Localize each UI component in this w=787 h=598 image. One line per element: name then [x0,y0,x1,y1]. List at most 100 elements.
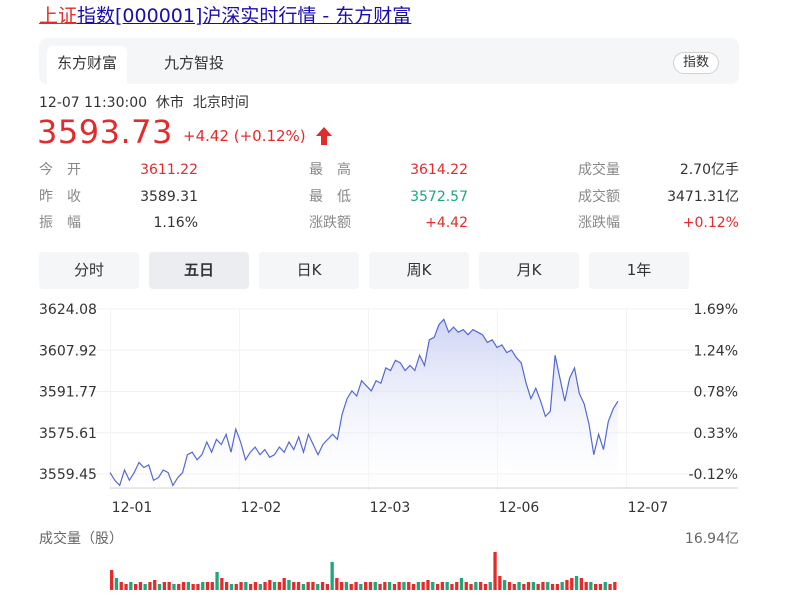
volume-bar [225,582,229,590]
volume-bar [608,584,612,590]
current-price: 3593.73 [37,113,173,151]
page-title[interactable]: 上证指数[000001]沪深实时行情 - 东方财富 [39,3,411,29]
volume-bar [114,578,119,590]
period-tab-5day[interactable]: 五日 [149,252,249,289]
volume-bar [411,584,416,590]
quote-time: 12-07 11:30:00 休市 北京时间 [39,92,249,112]
y-tick-label: 3575.61 [39,426,97,442]
timezone: 北京时间 [192,95,249,111]
volume-bar [407,582,411,590]
volume-bar [268,580,272,590]
price-chart[interactable]: 3624.08 1.69% 3607.92 1.24% 3591.77 0.78% 3575… [0,290,787,522]
high-label: 最 高 [309,162,351,178]
volume-bar [249,584,253,590]
volume-bar [392,584,397,590]
volume-bar [191,584,195,590]
volume-chart[interactable] [0,548,787,598]
tab-eastmoney[interactable]: 东方财富 [47,46,128,84]
volume-bar [344,582,349,590]
volume-bar [349,584,353,590]
volume-chart-label: 成交量（股） [39,531,123,547]
volume-bar [253,582,258,590]
volume-bar [603,582,607,590]
volume-value: 2.70亿手 [679,162,739,178]
y-tick-label-right: -0.12% [688,467,738,483]
volume-bar [455,582,459,590]
prevclose-label: 昨 收 [39,189,81,205]
low-value: 3572.57 [410,189,468,205]
volume-bar [263,582,267,590]
volume-bar [325,584,329,590]
volume-bar [416,582,420,590]
x-tick-label: 12-07 [628,500,669,516]
y-tick-label: 3624.08 [39,302,97,318]
volume-bar [507,582,512,590]
volume-bar [292,582,296,590]
volume-bar [124,584,128,590]
x-tick-label: 12-02 [241,500,282,516]
volume-bar [584,582,588,590]
title-link[interactable]: 指数[000001]沪深实时行情 - 东方财富 [77,5,411,27]
volume-bar [234,584,238,590]
volume-bar [450,584,454,590]
price-row: 3593.73 +4.42 (+0.12%) [37,112,332,152]
title-highlight[interactable]: 上证 [39,5,77,27]
volume-bar [378,584,382,590]
period-tab-daily[interactable]: 日K [259,252,359,289]
volume-bar [335,578,339,590]
volume-bar [445,582,449,590]
x-tick-label: 12-06 [499,500,540,516]
market-status: 休市 [155,95,184,111]
volume-bar [110,570,114,590]
volume-bar [459,578,464,590]
volume-bar [368,582,373,590]
period-tab-monthly[interactable]: 月K [479,252,579,289]
volume-bar [589,582,593,590]
period-tab-intraday[interactable]: 分时 [39,252,139,289]
volume-bar [541,582,545,590]
volume-bar [296,582,301,590]
chg-value: +4.42 [425,215,468,231]
volume-bar [215,572,219,590]
x-tick-label: 12-03 [370,500,411,516]
volume-bar [483,584,488,590]
volume-bar [162,582,166,590]
volume-bar [364,582,368,590]
amount-value: 3471.31亿 [667,189,739,205]
volume-bar [488,582,492,590]
open-label: 今 开 [39,162,81,178]
y-tick-label: 3607.92 [39,343,97,359]
volume-bar [210,582,214,590]
volume-bar [531,582,535,590]
volume-bar [435,584,440,590]
chgpct-value: +0.12% [682,215,739,231]
tab-jiufang[interactable]: 九方智投 [154,46,234,84]
volume-bar [340,582,344,590]
volume-bar [512,584,516,590]
timestamp: 12-07 11:30:00 [39,95,148,111]
amplitude-label: 振 幅 [39,215,81,231]
volume-bar [167,582,171,590]
volume-bar [464,582,468,590]
period-tab-weekly[interactable]: 周K [369,252,469,289]
volume-bar [579,578,583,590]
volume-bar [440,582,444,590]
stats-panel: 今 开 3611.22 昨 收 3589.31 振 幅 1.16% 最 高 36… [39,160,739,240]
volume-bar [503,580,507,590]
volume-bar [354,582,358,590]
volume-bar [229,584,234,590]
y-tick-label-right: 0.78% [694,385,738,401]
volume-bar [397,582,401,590]
prevclose-value: 3589.31 [140,189,198,205]
index-badge[interactable]: 指数 [672,52,719,74]
volume-bar [205,582,210,590]
period-tab-1year[interactable]: 1年 [589,252,689,289]
volume-bar [479,582,483,590]
volume-bar [550,584,555,590]
volume-bar [320,582,325,590]
volume-bar [536,584,540,590]
volume-bar [426,580,430,590]
low-label: 最 低 [309,189,351,205]
volume-bar [129,582,133,590]
volume-bar [201,582,205,590]
